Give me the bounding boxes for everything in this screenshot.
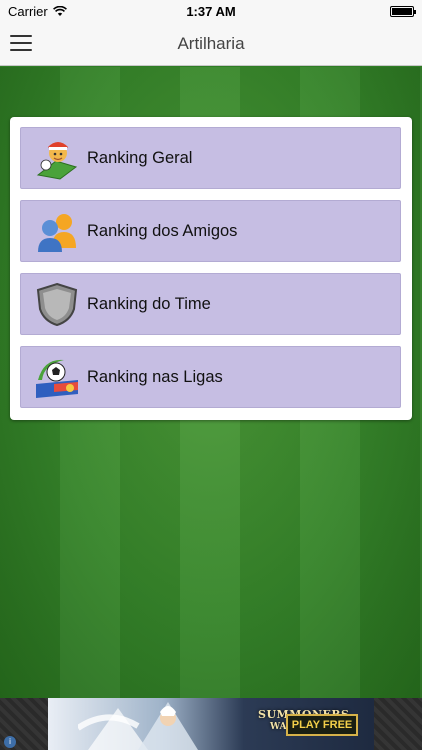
page-title: Artilharia (177, 33, 245, 53)
rankings-card: Ranking Geral Ranking dos Amigos Ranking… (10, 117, 412, 420)
friends-icon (33, 207, 81, 255)
ranking-time-item[interactable]: Ranking do Time (20, 273, 401, 335)
ad-info-icon[interactable]: i (4, 736, 16, 748)
ad-bar: i SUMMONERS WAR PLAY FREE (0, 698, 422, 750)
hamburger-menu-icon[interactable] (10, 33, 32, 53)
status-left: Carrier (8, 4, 67, 19)
carrier-label: Carrier (8, 3, 48, 19)
battery-level (392, 7, 412, 15)
ranking-geral-label: Ranking Geral (87, 148, 193, 167)
ranking-time-label: Ranking do Time (87, 294, 211, 313)
ranking-amigos-item[interactable]: Ranking dos Amigos (20, 200, 401, 262)
status-bar: Carrier 1:37 AM (0, 0, 422, 22)
navigation-bar: Artilharia (0, 22, 422, 66)
ad-play-free-button[interactable]: PLAY FREE (286, 714, 358, 736)
ranking-amigos-label: Ranking dos Amigos (87, 221, 238, 240)
ranking-ligas-item[interactable]: Ranking nas Ligas (20, 346, 401, 408)
soccer-player-icon (33, 134, 81, 182)
shield-icon (33, 280, 81, 328)
league-ball-icon (33, 353, 81, 401)
ranking-geral-item[interactable]: Ranking Geral (20, 127, 401, 189)
ranking-ligas-label: Ranking nas Ligas (87, 367, 223, 386)
battery-icon (390, 5, 416, 17)
wifi-icon (52, 5, 67, 16)
ad-character-image (78, 702, 198, 750)
